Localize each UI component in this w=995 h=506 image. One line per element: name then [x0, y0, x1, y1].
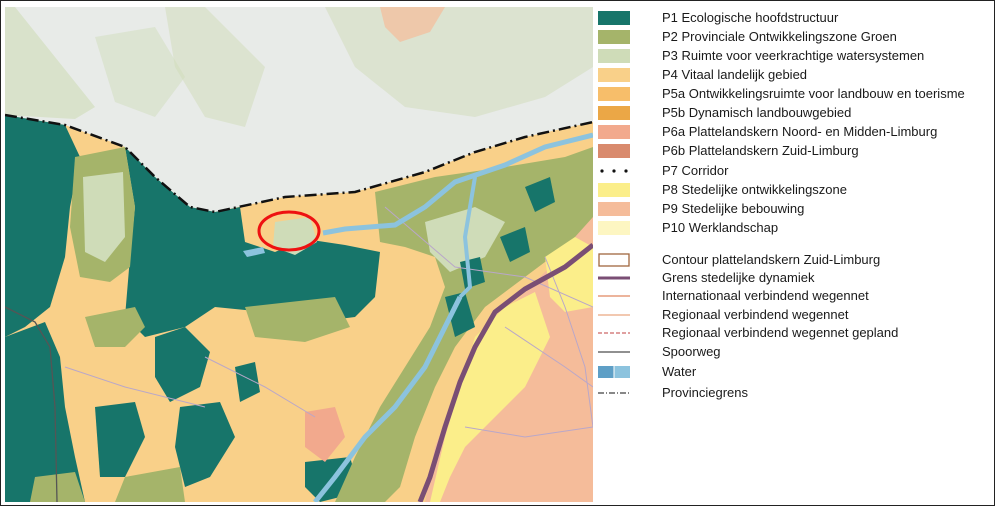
- legend-label-p4: P4 Vitaal landelijk gebied: [662, 67, 808, 82]
- legend-symbol-contour: [598, 253, 630, 267]
- legend-label-p8: P8 Stedelijke ontwikkelingszone: [662, 182, 847, 197]
- legend-symbol-internationaal: [598, 295, 630, 297]
- legend-symbol-spoorweg: [598, 351, 630, 353]
- legend-swatch-p2: [598, 30, 630, 44]
- legend-swatch-p1: [598, 11, 630, 25]
- legend-symbol-grens: [598, 276, 630, 280]
- legend-swatch-p4: [598, 68, 630, 82]
- map-figure: P1 Ecologische hoofdstructuur P2 Provinc…: [0, 0, 995, 506]
- legend-label-grens: Grens stedelijke dynamiek: [662, 270, 815, 285]
- legend-label-p2: P2 Provinciale Ontwikkelingszone Groen: [662, 29, 897, 44]
- legend-label-contour: Contour plattelandskern Zuid-Limburg: [662, 252, 881, 267]
- map-panel: [5, 7, 593, 502]
- legend-label-water: Water: [662, 364, 697, 379]
- legend-swatch-p9: [598, 202, 630, 216]
- legend-swatch-p3: [598, 49, 630, 63]
- legend-swatch-p10: [598, 221, 630, 235]
- legend-label-p10: P10 Werklandschap: [662, 220, 779, 235]
- legend-label-spoorweg: Spoorweg: [662, 344, 721, 359]
- legend-swatch-p5b: [598, 106, 630, 120]
- legend-swatch-p6a: [598, 125, 630, 139]
- legend-label-p7: P7 Corridor: [662, 163, 729, 178]
- legend-label-p5b: P5b Dynamisch landbouwgebied: [662, 105, 852, 120]
- legend-label-p5a: P5a Ontwikkelingsruimte voor landbouw en…: [662, 86, 965, 101]
- legend-label-p1: P1 Ecologische hoofdstructuur: [662, 10, 839, 25]
- legend-symbol-water: [598, 366, 630, 378]
- legend-symbol-provinciegrens: [598, 392, 630, 394]
- legend-label-p6b: P6b Plattelandskern Zuid-Limburg: [662, 143, 859, 158]
- legend-swatch-p6b: [598, 144, 630, 158]
- legend-label-regionaal-gepland: Regionaal verbindend wegennet gepland: [662, 325, 899, 340]
- legend-symbol-regionaal: [598, 314, 630, 316]
- legend-label-p6a: P6a Plattelandskern Noord- en Midden-Lim…: [662, 124, 938, 139]
- legend-label-regionaal: Regionaal verbindend wegennet: [662, 307, 849, 322]
- legend-symbol-regionaal-gepland: [598, 332, 630, 334]
- legend-swatch-p8: [598, 183, 630, 197]
- legend-label-p3: P3 Ruimte voor veerkrachtige watersystem…: [662, 48, 925, 63]
- legend-label-internationaal: Internationaal verbindend wegennet: [662, 288, 869, 303]
- legend-label-p9: P9 Stedelijke bebouwing: [662, 201, 805, 216]
- legend-symbol-p7: [600, 169, 628, 173]
- legend-label-provinciegrens: Provinciegrens: [662, 385, 748, 400]
- legend: P1 Ecologische hoofdstructuur P2 Provinc…: [598, 7, 990, 502]
- legend-swatch-p5a: [598, 87, 630, 101]
